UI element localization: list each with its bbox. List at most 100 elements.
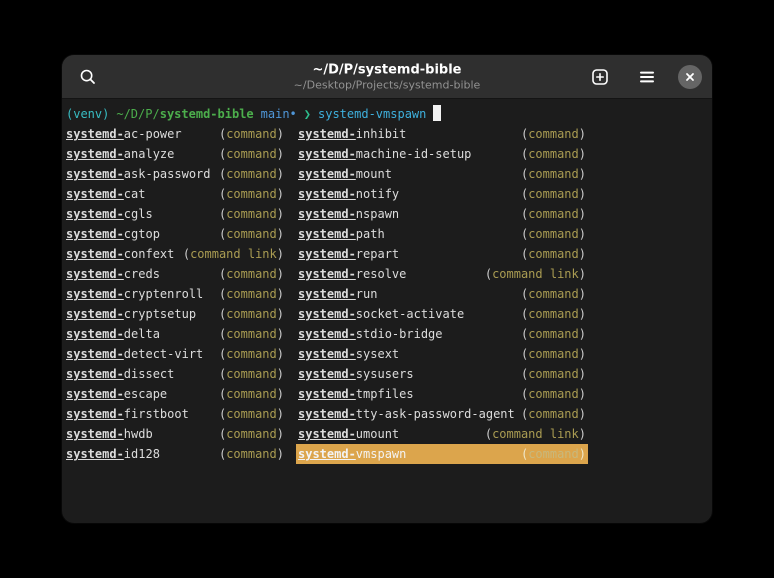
completion-annotation: (command link) — [485, 264, 586, 284]
completion-name: systemd-escape — [66, 384, 167, 404]
completion-annotation: (command) — [521, 184, 586, 204]
completion-annotation: (command) — [521, 144, 586, 164]
completion-annotation: (command link) — [485, 424, 586, 444]
completion-name: systemd-creds — [66, 264, 160, 284]
completion-prefix: systemd- — [66, 167, 124, 181]
completion-prefix: systemd- — [298, 347, 356, 361]
completion-item: systemd-escape(command) — [66, 384, 284, 404]
completion-prefix: systemd- — [298, 407, 356, 421]
completion-prefix: systemd- — [66, 447, 124, 461]
completion-name: systemd-cgls — [66, 204, 153, 224]
terminal-screen[interactable]: (venv)~/D/P/systemd-biblemain•❯systemd-v… — [62, 99, 712, 464]
completion-item: systemd-firstboot(command) — [66, 404, 284, 424]
completion-annotation: (command) — [219, 164, 284, 184]
completion-name: systemd-cat — [66, 184, 145, 204]
terminal-window: ~/D/P/systemd-bible ~/Desktop/Projects/s… — [62, 55, 712, 523]
completion-item: systemd-cgtop(command) — [66, 224, 284, 244]
completion-item: systemd-id128(command) — [66, 444, 284, 464]
search-button[interactable] — [72, 61, 104, 93]
close-button[interactable] — [678, 65, 702, 89]
titlebar[interactable]: ~/D/P/systemd-bible ~/Desktop/Projects/s… — [62, 55, 712, 99]
completion-name: systemd-confext — [66, 244, 174, 264]
completion-name: systemd-detect-virt — [66, 344, 203, 364]
completion-prefix: systemd- — [66, 247, 124, 261]
completion-name: systemd-cryptenroll — [66, 284, 203, 304]
menu-button[interactable] — [631, 61, 663, 93]
completion-prefix: systemd- — [66, 187, 124, 201]
completion-name: systemd-inhibit — [298, 124, 406, 144]
completion-name: systemd-tty-ask-password-agent — [298, 404, 515, 424]
completion-name: systemd-socket-activate — [298, 304, 464, 324]
hamburger-menu-icon — [638, 68, 656, 86]
completion-item: systemd-tty-ask-password-agent(command) — [298, 404, 586, 424]
completion-prefix: systemd- — [66, 127, 124, 141]
completion-name: systemd-sysext — [298, 344, 399, 364]
completion-annotation: (command) — [521, 384, 586, 404]
completion-annotation: (command) — [219, 184, 284, 204]
new-tab-button[interactable] — [584, 61, 616, 93]
completion-prefix: systemd- — [66, 207, 124, 221]
completion-prefix: systemd- — [66, 267, 124, 281]
new-tab-icon — [591, 68, 609, 86]
completion-prefix: systemd- — [298, 367, 356, 381]
completion-prefix: systemd- — [298, 187, 356, 201]
completion-name: systemd-cgtop — [66, 224, 160, 244]
completion-annotation: (command) — [219, 144, 284, 164]
completion-annotation: (command) — [521, 224, 586, 244]
completion-annotation: (command) — [219, 264, 284, 284]
completion-item: systemd-cgls(command) — [66, 204, 284, 224]
completion-name: systemd-resolve — [298, 264, 406, 284]
completion-annotation: (command) — [521, 164, 586, 184]
completion-name: systemd-ac-power — [66, 124, 182, 144]
completion-annotation: (command) — [219, 364, 284, 384]
completion-name: systemd-tmpfiles — [298, 384, 414, 404]
completion-name: systemd-delta — [66, 324, 160, 344]
completion-name: systemd-mount — [298, 164, 392, 184]
completion-prefix: systemd- — [66, 407, 124, 421]
prompt-path: ~/D/P/systemd-bible — [116, 107, 253, 121]
completion-name: systemd-nspawn — [298, 204, 399, 224]
completion-prefix: systemd- — [66, 347, 124, 361]
completion-column: systemd-inhibit(command)systemd-machine-… — [298, 124, 586, 464]
completion-name: systemd-cryptsetup — [66, 304, 196, 324]
prompt-git-branch: main• — [261, 107, 297, 121]
completion-annotation: (command) — [219, 424, 284, 444]
completion-item: systemd-resolve (command link) — [298, 264, 586, 284]
completion-item: systemd-ac-power(command) — [66, 124, 284, 144]
completion-name: systemd-stdio-bridge — [298, 324, 443, 344]
completion-prefix: systemd- — [66, 427, 124, 441]
window-title: ~/D/P/systemd-bible — [294, 62, 481, 78]
completion-name: systemd-notify — [298, 184, 399, 204]
completion-prefix: systemd- — [298, 427, 356, 441]
completion-name: systemd-dissect — [66, 364, 174, 384]
completion-name: systemd-id128 — [66, 444, 160, 464]
completion-item: systemd-cryptenroll(command) — [66, 284, 284, 304]
completion-item: systemd-ask-password(command) — [66, 164, 284, 184]
completion-annotation: (command) — [521, 324, 586, 344]
completion-prefix: systemd- — [298, 127, 356, 141]
completion-name: systemd-path — [298, 224, 385, 244]
completion-name: systemd-run — [298, 284, 377, 304]
completion-item: systemd-machine-id-setup (command) — [298, 144, 586, 164]
completion-item: systemd-socket-activate(command) — [298, 304, 586, 324]
completion-name: systemd-machine-id-setup — [298, 144, 471, 164]
completion-item: systemd-nspawn(command) — [298, 204, 586, 224]
completion-item: systemd-dissect (command) — [66, 364, 284, 384]
completion-prefix: systemd- — [298, 287, 356, 301]
completion-annotation: (command) — [521, 344, 586, 364]
terminal-cursor — [433, 105, 441, 121]
completion-annotation: (command) — [521, 124, 586, 144]
completion-item: systemd-sysusers(command) — [298, 364, 586, 384]
completion-item: systemd-confext(command link) — [66, 244, 284, 264]
completion-item: systemd-cryptsetup (command) — [66, 304, 284, 324]
completion-prefix: systemd- — [298, 147, 356, 161]
window-title-area: ~/D/P/systemd-bible ~/Desktop/Projects/s… — [294, 62, 481, 91]
completion-grid: systemd-ac-power(command)systemd-analyze… — [66, 124, 708, 464]
completion-item: systemd-creds (command) — [66, 264, 284, 284]
completion-item: systemd-mount (command) — [298, 164, 586, 184]
completion-annotation: (command) — [219, 344, 284, 364]
completion-prefix: systemd- — [298, 167, 356, 181]
completion-item: systemd-run(command) — [298, 284, 586, 304]
completion-prefix: systemd- — [66, 387, 124, 401]
completion-annotation: (command) — [219, 304, 284, 324]
